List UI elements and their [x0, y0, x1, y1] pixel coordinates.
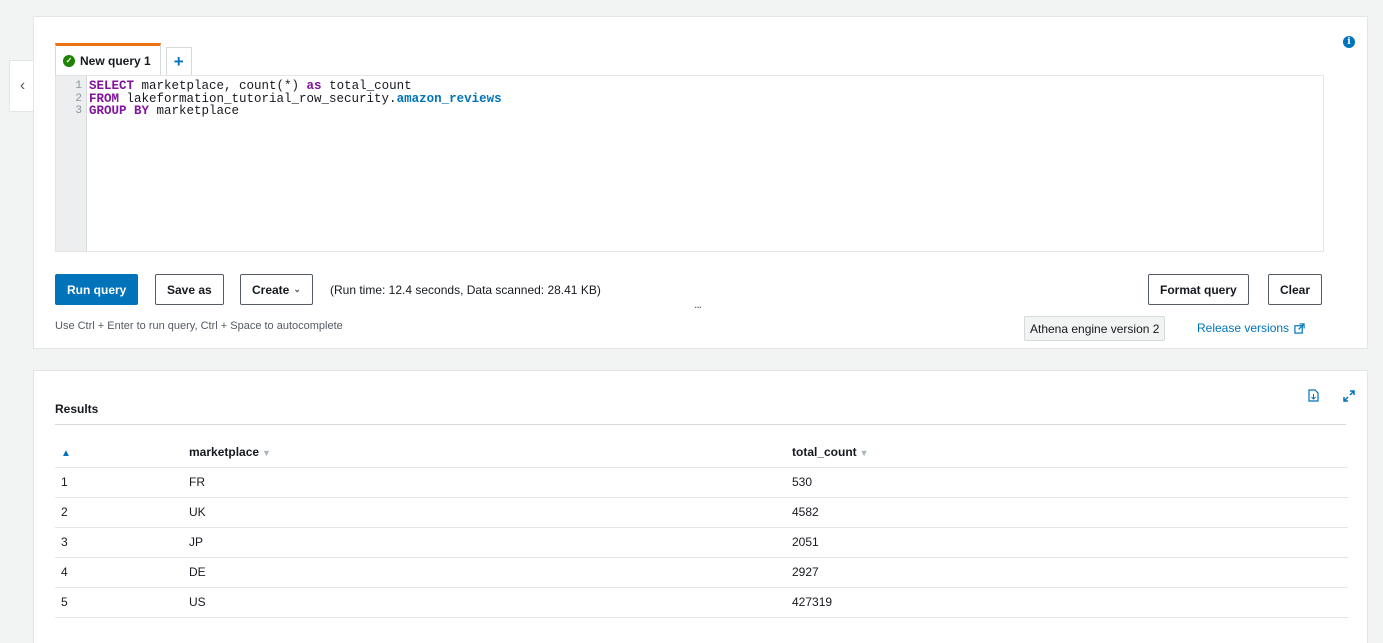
cell-marketplace: UK [189, 497, 786, 528]
save-as-button[interactable]: Save as [155, 274, 224, 305]
sql-editor[interactable]: 1 2 3 SELECT marketplace, count(*) as to… [55, 75, 1324, 252]
run-stats-text: (Run time: 12.4 seconds, Data scanned: 2… [330, 283, 601, 297]
code-area[interactable]: SELECT marketplace, count(*) as total_co… [87, 76, 502, 251]
format-query-button[interactable]: Format query [1148, 274, 1249, 305]
line-number: 2 [75, 92, 82, 105]
chevron-left-icon: ‹ [19, 77, 26, 94]
column-header-marketplace[interactable]: marketplace ▼ [189, 437, 786, 468]
add-tab-button[interactable]: + [165, 47, 192, 75]
tab-label: New query 1 [80, 53, 151, 68]
index-column-header[interactable]: ▲ [55, 437, 189, 468]
row-index: 2 [55, 497, 189, 528]
download-csv-icon[interactable] [1308, 389, 1319, 402]
sort-caret-icon[interactable]: ▼ [262, 448, 271, 458]
chevron-down-icon: ⌄ [293, 284, 301, 294]
line-number: 3 [75, 105, 82, 117]
table-row: 4 DE 2927 [55, 557, 1348, 588]
release-versions-link[interactable]: Release versions [1197, 321, 1305, 335]
query-tab-bar: ✓ New query 1 + [55, 43, 192, 75]
check-circle-icon: ✓ [63, 54, 75, 67]
tab-new-query-1[interactable]: ✓ New query 1 [55, 43, 161, 75]
resize-handle[interactable]: ... [694, 297, 702, 311]
cell-marketplace: US [189, 587, 786, 618]
cell-marketplace: FR [189, 467, 786, 498]
column-header-total-count[interactable]: total_count ▼ [786, 437, 1348, 468]
external-link-icon [1294, 322, 1305, 334]
engine-version-badge: Athena engine version 2 [1024, 316, 1166, 341]
sort-ascending-icon[interactable]: ▲ [61, 448, 71, 459]
row-index: 5 [55, 587, 189, 618]
results-panel: Results ▲ marketplace ▼ total_count ▼ 1 FR… [33, 370, 1368, 643]
cell-total-count: 530 [786, 467, 1348, 498]
sort-caret-icon[interactable]: ▼ [860, 448, 869, 458]
cell-marketplace: DE [189, 557, 786, 588]
create-dropdown-button[interactable]: Create ⌄ [240, 274, 313, 305]
clear-button[interactable]: Clear [1268, 274, 1323, 305]
cell-total-count: 427319 [786, 587, 1348, 618]
divider [55, 424, 1346, 425]
table-row: 5 US 427319 [55, 587, 1348, 618]
column-label: total_count [792, 444, 857, 459]
cell-total-count: 4582 [786, 497, 1348, 528]
table-row: 2 UK 4582 [55, 497, 1348, 528]
table-row: 3 JP 2051 [55, 527, 1348, 558]
line-number: 1 [75, 80, 82, 92]
code-line: GROUP BY marketplace [89, 105, 502, 118]
info-icon[interactable]: i [1343, 36, 1355, 48]
release-link-label: Release versions [1197, 321, 1290, 335]
sql-text: marketplace [149, 104, 240, 118]
row-index: 1 [55, 467, 189, 498]
cell-marketplace: JP [189, 527, 786, 558]
results-actions [1308, 389, 1355, 402]
query-editor-panel: i ✓ New query 1 + 1 2 3 SELECT marketpla… [33, 16, 1368, 349]
cell-total-count: 2927 [786, 557, 1348, 588]
row-index: 3 [55, 527, 189, 558]
sql-table-name: amazon_reviews [396, 91, 502, 106]
expand-icon[interactable] [1343, 389, 1355, 402]
keyboard-hint: Use Ctrl + Enter to run query, Ctrl + Sp… [55, 320, 343, 332]
line-number-gutter: 1 2 3 [56, 76, 87, 251]
run-query-button[interactable]: Run query [55, 274, 139, 305]
sql-keyword: GROUP BY [89, 104, 150, 118]
create-label: Create [252, 282, 290, 297]
column-label: marketplace [189, 444, 260, 459]
row-index: 4 [55, 557, 189, 588]
results-table: ▲ marketplace ▼ total_count ▼ 1 FR 530 2 U… [55, 437, 1348, 618]
cell-total-count: 2051 [786, 527, 1348, 558]
table-row: 1 FR 530 [55, 467, 1348, 498]
results-title: Results [55, 402, 99, 416]
table-header-row: ▲ marketplace ▼ total_count ▼ [55, 437, 1348, 468]
collapse-panel-button[interactable]: ‹ [9, 60, 35, 112]
